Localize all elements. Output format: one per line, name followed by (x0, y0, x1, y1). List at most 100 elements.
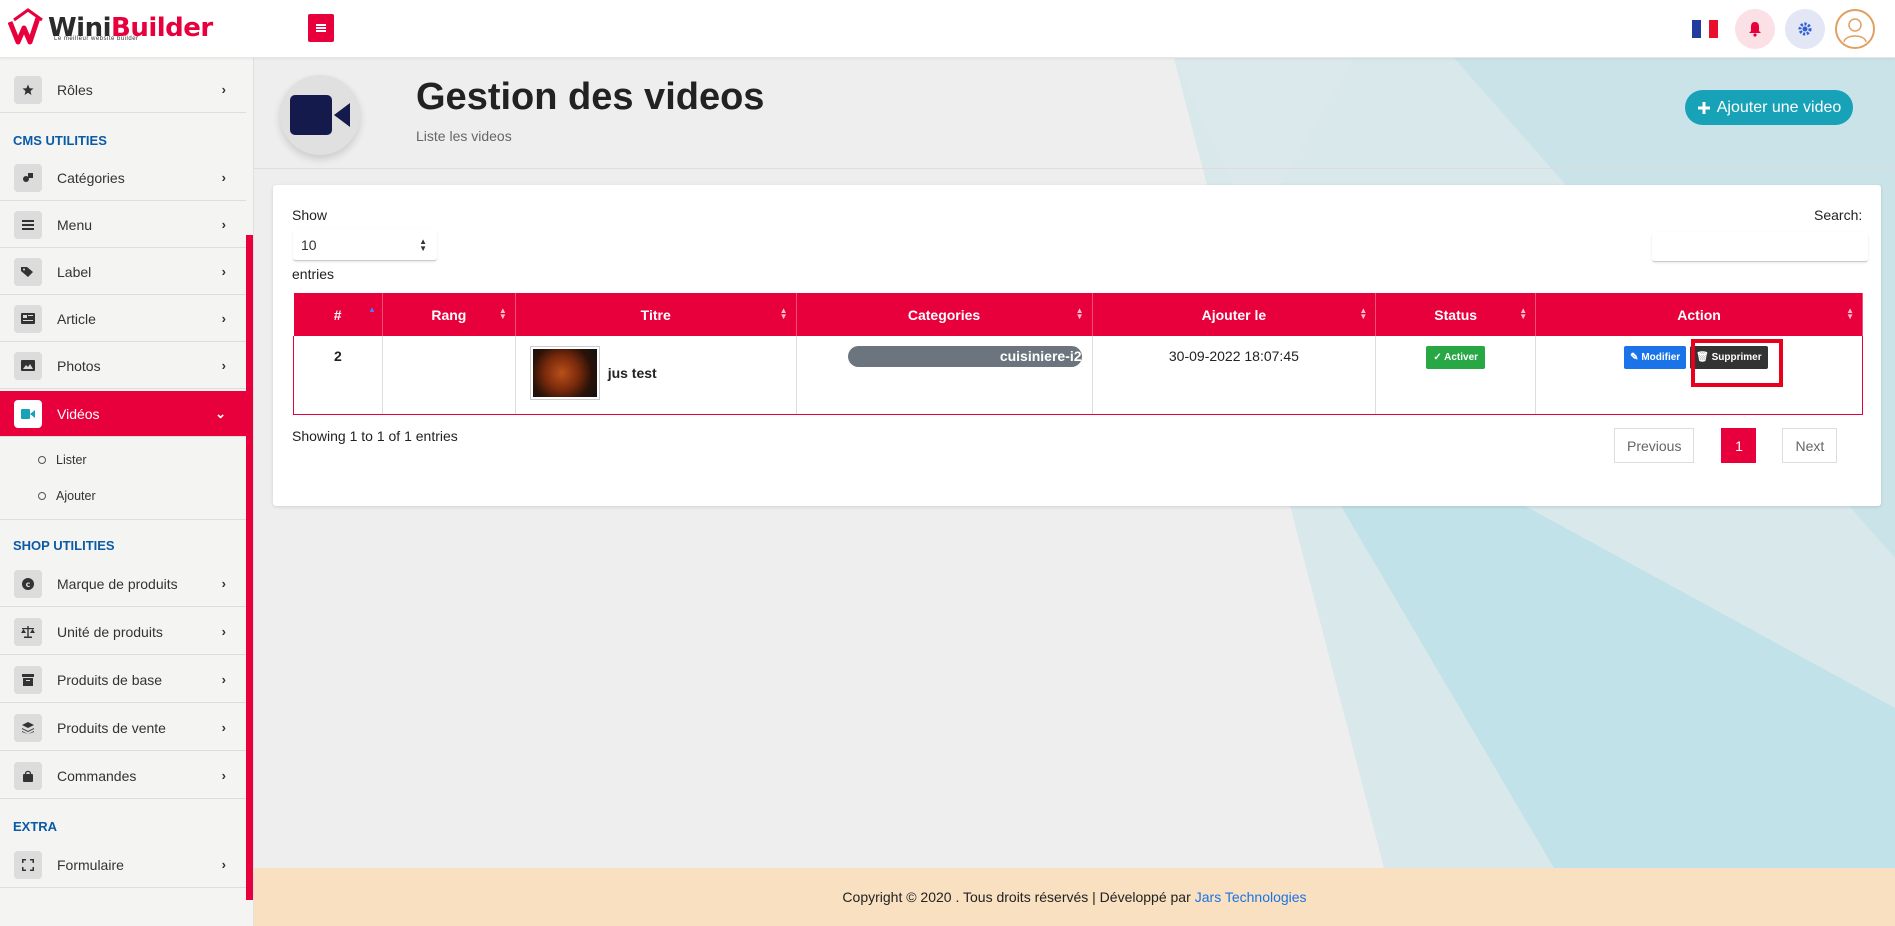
sidebar-item-commandes[interactable]: Commandes › (0, 753, 246, 799)
chevron-right-icon: › (221, 264, 226, 279)
chevron-down-icon: ⌄ (215, 405, 226, 421)
chevron-right-icon: › (221, 672, 226, 687)
chevron-right-icon: › (221, 720, 226, 735)
notifications-button[interactable] (1735, 9, 1775, 49)
chevron-right-icon: › (221, 624, 226, 639)
chevron-right-icon: › (221, 768, 226, 783)
column-header-status[interactable]: Status ▲ ▼ (1375, 293, 1537, 336)
select-arrows-icon: ▲ ▼ (419, 237, 427, 253)
footer-text: Copyright © 2020 . Tous droits réservés … (842, 889, 1191, 905)
column-header-categories[interactable]: Categories ▲ ▼ (796, 293, 1093, 336)
sort-icon: ▲ ▼ (1075, 306, 1084, 321)
sort-asc-icon: ▲ (367, 305, 376, 314)
table-row: 2 jus test cuisiniere-i2 30-09-2022 18:0… (293, 336, 1863, 415)
logo[interactable]: WiniBuilder Le meilleur website builder (7, 6, 213, 50)
chevron-right-icon: › (221, 170, 226, 185)
sidebar-item-label[interactable]: Label › (0, 249, 246, 295)
page-1-button[interactable]: 1 (1721, 428, 1757, 463)
delete-button-highlight (1691, 339, 1783, 387)
shapes-icon (14, 163, 42, 192)
chevron-right-icon: › (221, 358, 226, 373)
star-icon (14, 75, 42, 104)
table-header-row: # ▲ Rang ▲ ▼ Titre ▲ ▼ Categories ▲ ▼ Ajouter l… (293, 293, 1863, 336)
page-length-select[interactable]: 10 ▲ ▼ (293, 229, 437, 261)
column-header-id[interactable]: # ▲ (293, 293, 383, 336)
video-icon (14, 399, 42, 428)
bell-icon (1749, 22, 1761, 37)
chevron-right-icon: › (221, 82, 226, 97)
circle-icon (38, 492, 46, 500)
layers-icon (14, 713, 42, 742)
svg-text:c: c (26, 580, 31, 589)
show-label: Show (292, 207, 328, 223)
divider (0, 519, 246, 520)
search-input[interactable] (1652, 232, 1868, 262)
sidebar-scrollbar[interactable] (246, 235, 253, 900)
sidebar-item-article[interactable]: Article › (0, 296, 246, 342)
sidebar-item-roles[interactable]: Rôles › (0, 67, 246, 113)
divider (254, 168, 1895, 169)
sidebar-item-photos[interactable]: Photos › (0, 343, 246, 389)
footer: Copyright © 2020 . Tous droits réservés … (254, 868, 1895, 926)
cell-rang (381, 336, 516, 415)
balance-icon (14, 617, 42, 646)
sidebar-item-marque-produits[interactable]: c Marque de produits › (0, 561, 246, 607)
column-header-action[interactable]: Action ▲ ▼ (1535, 293, 1863, 336)
previous-button[interactable]: Previous (1614, 428, 1695, 463)
column-header-rang[interactable]: Rang ▲ ▼ (382, 293, 516, 336)
section-title-extra: EXTRA (13, 819, 58, 834)
section-title-shop: SHOP UTILITIES (13, 538, 115, 553)
hamburger-icon (316, 24, 326, 32)
section-title-cms: CMS UTILITIES (13, 133, 107, 148)
copyright-icon: c (14, 569, 42, 598)
activate-button[interactable]: ✓ Activer (1426, 346, 1486, 369)
user-avatar[interactable] (1835, 9, 1875, 49)
bag-icon (14, 761, 42, 790)
page-subtitle: Liste les videos (416, 128, 512, 144)
logo-mark-icon (7, 8, 48, 48)
archive-icon (14, 665, 42, 694)
sort-icon: ▲ ▼ (498, 306, 507, 321)
settings-button[interactable] (1785, 9, 1825, 49)
plus-icon (1697, 101, 1710, 114)
video-camera-icon (290, 95, 350, 135)
sort-icon: ▲ ▼ (779, 306, 788, 321)
category-badge: cuisiniere-i2 (847, 346, 1082, 367)
search-label: Search: (1814, 207, 1863, 223)
entries-label: entries (292, 266, 335, 282)
language-selector[interactable] (1685, 9, 1725, 49)
sidebar-item-produits-vente[interactable]: Produits de vente › (0, 705, 246, 751)
sidebar-item-categories[interactable]: Catégories › (0, 155, 246, 201)
video-thumbnail[interactable] (529, 346, 600, 400)
top-bar: WiniBuilder Le meilleur website builder (0, 0, 1895, 58)
page-header-icon (280, 75, 360, 155)
sidebar-item-formulaire[interactable]: Formulaire › (0, 842, 246, 888)
sidebar-item-menu[interactable]: Menu › (0, 202, 246, 248)
chevron-right-icon: › (221, 311, 226, 326)
add-video-button[interactable]: Ajouter une video (1685, 90, 1853, 125)
list-icon (14, 210, 42, 239)
sidebar-item-videos[interactable]: Vidéos ⌄ (0, 391, 246, 437)
page-title: Gestion des videos (416, 76, 765, 118)
sidebar-item-produits-base[interactable]: Produits de base › (0, 657, 246, 703)
chevron-right-icon: › (221, 857, 226, 872)
logo-tagline: Le meilleur website builder (54, 36, 139, 42)
footer-link[interactable]: Jars Technologies (1195, 889, 1307, 905)
menu-toggle-button[interactable] (308, 14, 334, 42)
sidebar-item-unite-produits[interactable]: Unité de produits › (0, 609, 246, 655)
submenu-item-lister[interactable]: Lister (38, 453, 87, 467)
column-header-titre[interactable]: Titre ▲ ▼ (515, 293, 797, 336)
newspaper-icon (14, 304, 42, 333)
sort-icon: ▲ ▼ (1846, 306, 1854, 321)
chevron-right-icon: › (221, 217, 226, 232)
gear-icon (1798, 22, 1812, 36)
cell-categories: cuisiniere-i2 (795, 336, 1093, 415)
chevron-right-icon: › (221, 576, 226, 591)
cell-titre: jus test (514, 336, 797, 415)
edit-button[interactable]: ✎ Modifier (1624, 346, 1687, 369)
next-button[interactable]: Next (1782, 428, 1838, 463)
user-icon (1843, 18, 1867, 43)
column-header-date[interactable]: Ajouter le ▲ ▼ (1092, 293, 1377, 336)
tags-icon (14, 257, 42, 286)
submenu-item-ajouter[interactable]: Ajouter (38, 489, 96, 503)
